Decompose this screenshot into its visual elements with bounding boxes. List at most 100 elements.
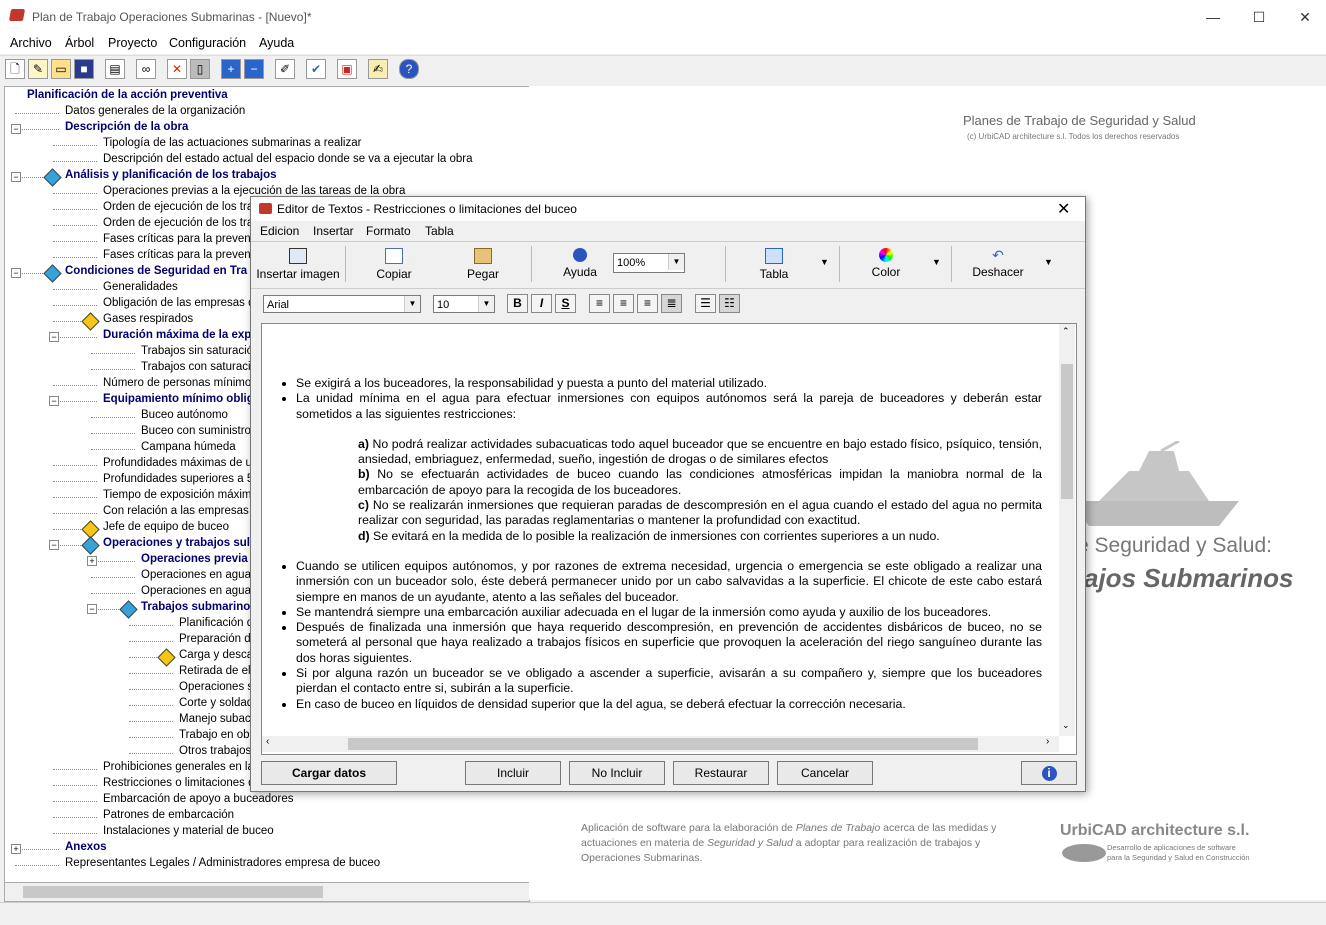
edit-icon[interactable]: ✐: [275, 59, 295, 79]
binoculars-icon[interactable]: ∞: [136, 59, 156, 79]
tree-item[interactable]: Otros trabajos s: [179, 745, 260, 757]
maximize-button[interactable]: ☐: [1236, 0, 1282, 34]
minimize-button[interactable]: —: [1190, 0, 1236, 34]
delete-icon[interactable]: ✕: [167, 59, 187, 79]
cancel-button[interactable]: Cancelar: [777, 761, 873, 785]
add-icon[interactable]: +: [221, 59, 241, 79]
italic-button[interactable]: I: [531, 294, 552, 313]
tree-item[interactable]: Buceo autónomo: [141, 409, 228, 421]
bold-button[interactable]: B: [507, 294, 528, 313]
open-folder-icon[interactable]: ▭: [51, 59, 71, 79]
tree-item[interactable]: Operaciones en aguas: [141, 585, 257, 597]
menu-archivo[interactable]: Archivo: [10, 36, 52, 50]
expand-icon[interactable]: +: [87, 556, 97, 566]
include-button[interactable]: Incluir: [465, 761, 561, 785]
collapse-icon[interactable]: −: [11, 172, 21, 182]
undo-button[interactable]: ↶ Deshacer: [967, 246, 1029, 284]
tree-item[interactable]: Anexos: [65, 841, 107, 853]
editor-horizontal-scrollbar[interactable]: ‹ ›: [262, 736, 1059, 752]
tree-item[interactable]: Planificación de: [179, 617, 260, 629]
align-right-icon[interactable]: ≡: [613, 294, 634, 313]
dialog-menu-insertar[interactable]: Insertar: [313, 224, 354, 238]
editor-content[interactable]: Se exigirá a los buceadores, la responsa…: [274, 376, 1042, 712]
collapse-icon[interactable]: −: [11, 124, 21, 134]
editor-vscroll-thumb[interactable]: [1061, 364, 1073, 499]
zoom-select[interactable]: 100% ▼: [613, 253, 685, 273]
check-icon[interactable]: ✔: [306, 59, 326, 79]
tree-item[interactable]: Datos generales de la organización: [65, 105, 245, 117]
tree-item[interactable]: Jefe de equipo de buceo: [103, 521, 229, 533]
tree-item[interactable]: Orden de ejecución de los traba: [103, 201, 266, 213]
tree-item[interactable]: Equipamiento mínimo oblig: [103, 393, 254, 405]
rich-text-editor[interactable]: Se exigirá a los buceadores, la responsa…: [261, 323, 1077, 755]
scroll-up-icon[interactable]: ⌃: [1062, 326, 1070, 337]
tree-item[interactable]: Operaciones previa: [141, 553, 248, 565]
editor-hscroll-thumb[interactable]: [348, 738, 978, 750]
dialog-close-button[interactable]: ✕: [1057, 199, 1070, 219]
align-left-icon[interactable]: ≡: [589, 294, 610, 313]
tree-item[interactable]: Manejo subacu: [179, 713, 257, 725]
collapse-icon[interactable]: −: [11, 268, 21, 278]
insert-image-button[interactable]: Insertar imagen: [255, 246, 341, 284]
editor-vertical-scrollbar[interactable]: ⌃ ⌄: [1059, 324, 1075, 736]
tree-item[interactable]: Obligación de las empresas que: [103, 297, 267, 309]
exclude-button[interactable]: No Incluir: [569, 761, 665, 785]
help-button[interactable]: Ayuda: [555, 246, 605, 284]
font-select[interactable]: Arial ▼: [263, 295, 421, 313]
tree-item[interactable]: Operaciones en aguas: [141, 569, 257, 581]
align-center-icon[interactable]: ≡: [637, 294, 658, 313]
scroll-down-icon[interactable]: ⌄: [1062, 720, 1070, 731]
menu-arbol[interactable]: Árbol: [65, 36, 94, 50]
tree-item[interactable]: Operaciones y trabajos sul: [103, 537, 250, 549]
print-preview-icon[interactable]: ▤: [105, 59, 125, 79]
close-button[interactable]: ✕: [1282, 0, 1326, 34]
tree-item[interactable]: Generalidades: [103, 281, 178, 293]
tree-item[interactable]: Trabajos sin saturación: [141, 345, 259, 357]
restore-button[interactable]: Restaurar: [673, 761, 769, 785]
underline-button[interactable]: S: [555, 294, 576, 313]
save-icon[interactable]: ■: [74, 59, 94, 79]
tree-item[interactable]: Gases respirados: [103, 313, 193, 325]
copy-button[interactable]: Copiar: [369, 246, 419, 284]
scroll-right-icon[interactable]: ›: [1046, 736, 1049, 747]
tree-item[interactable]: Patrones de embarcación: [103, 809, 234, 821]
paste-button[interactable]: Pegar: [458, 246, 508, 284]
tree-item[interactable]: Trabajos con saturación: [141, 361, 263, 373]
collapse-icon[interactable]: −: [49, 332, 59, 342]
tree-item[interactable]: Restricciones o limitaciones del: [103, 777, 263, 789]
tree-item[interactable]: Representantes Legales / Administradores…: [65, 857, 380, 869]
table-button[interactable]: Tabla: [749, 246, 799, 284]
tree-item[interactable]: Profundidades superiores a 50 m: [103, 473, 272, 485]
remove-icon[interactable]: −: [244, 59, 264, 79]
align-justify-icon[interactable]: ≣: [661, 294, 682, 313]
tree-scroll-thumb[interactable]: [23, 886, 323, 898]
color-button[interactable]: Color: [861, 246, 911, 284]
collapse-icon[interactable]: −: [49, 540, 59, 550]
tree-item[interactable]: Operaciones su: [179, 681, 260, 693]
tree-item[interactable]: Tipología de las actuaciones submarinas …: [103, 137, 361, 149]
table-dropdown-icon[interactable]: ▼: [820, 257, 829, 267]
tree-item[interactable]: Preparación de: [179, 633, 257, 645]
open-wand-icon[interactable]: ✎: [28, 59, 48, 79]
tree-item[interactable]: Instalaciones y material de buceo: [103, 825, 274, 837]
tree-item[interactable]: Profundidades máximas de utiliz: [103, 457, 269, 469]
collapse-icon[interactable]: −: [49, 396, 59, 406]
tree-item[interactable]: Trabajos submarino: [141, 601, 250, 613]
tree-item[interactable]: Descripción del estado actual del espaci…: [103, 153, 473, 165]
tree-item[interactable]: Corte y soldadu: [179, 697, 260, 709]
dialog-menu-edicion[interactable]: Edicion: [260, 224, 299, 238]
tree-item[interactable]: Buceo con suministro d: [141, 425, 261, 437]
menu-proyecto[interactable]: Proyecto: [108, 36, 157, 50]
tree-horizontal-scrollbar[interactable]: [4, 882, 530, 902]
bullet-list-icon[interactable]: ☷: [719, 294, 740, 313]
tree-item[interactable]: Retirada de ele: [179, 665, 257, 677]
tree-item[interactable]: Análisis y planificación de los trabajos: [65, 169, 277, 181]
tree-item[interactable]: Campana húmeda: [141, 441, 236, 453]
tree-item[interactable]: Con relación a las empresas de: [103, 505, 265, 517]
pdf-icon[interactable]: ▣: [337, 59, 357, 79]
scroll-left-icon[interactable]: ‹: [266, 736, 269, 747]
tree-item[interactable]: Fases críticas para la prevenció: [103, 249, 265, 261]
tree-item[interactable]: Prohibiciones generales en las c: [103, 761, 269, 773]
tree-item[interactable]: Planificación de la acción preventiva: [27, 89, 228, 101]
trash-icon[interactable]: ▯: [190, 59, 210, 79]
